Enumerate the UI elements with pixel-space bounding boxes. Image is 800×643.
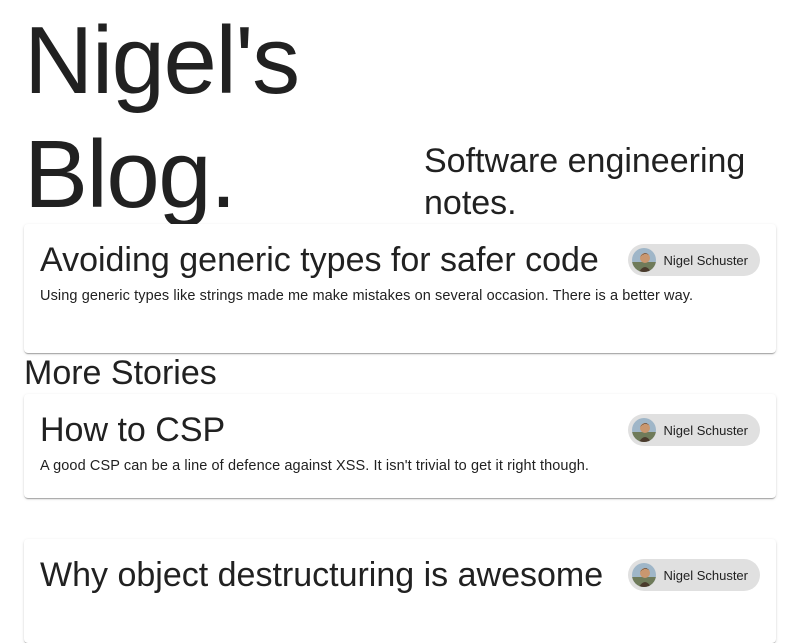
author-avatar-icon xyxy=(632,248,657,272)
author-name: Nigel Schuster xyxy=(663,252,748,268)
story-description: Using generic types like strings made me… xyxy=(40,288,694,304)
author-avatar-icon xyxy=(632,563,657,587)
story-card[interactable]: How to CSP Nigel Schuster A good CSP can… xyxy=(24,394,776,498)
author-chip[interactable]: Nigel Schuster xyxy=(628,559,760,591)
card-header: Why object destructuring is awesome Nige… xyxy=(40,555,760,595)
card-header: Avoiding generic types for safer code Ni… xyxy=(40,240,760,280)
author-name: Nigel Schuster xyxy=(663,422,748,438)
author-name: Nigel Schuster xyxy=(663,567,748,583)
story-card[interactable]: Why object destructuring is awesome Nige… xyxy=(24,539,776,643)
story-title-link[interactable]: How to CSP xyxy=(40,410,225,450)
author-avatar-icon xyxy=(632,418,657,442)
story-description: A good CSP can be a line of defence agai… xyxy=(40,458,590,474)
author-chip[interactable]: Nigel Schuster xyxy=(628,244,760,276)
featured-story-card[interactable]: Avoiding generic types for safer code Ni… xyxy=(24,224,776,353)
more-stories-heading: More Stories xyxy=(24,354,217,392)
card-header: How to CSP Nigel Schuster xyxy=(40,410,760,450)
story-title-link[interactable]: Avoiding generic types for safer code xyxy=(40,240,599,280)
site-title: Nigel's Blog. xyxy=(24,7,300,228)
site-tagline: Software engineering notes. xyxy=(424,142,746,222)
site-header: Nigel's Blog. Software engineering notes… xyxy=(24,0,776,228)
author-chip[interactable]: Nigel Schuster xyxy=(628,414,760,446)
story-title-link[interactable]: Why object destructuring is awesome xyxy=(40,555,603,595)
